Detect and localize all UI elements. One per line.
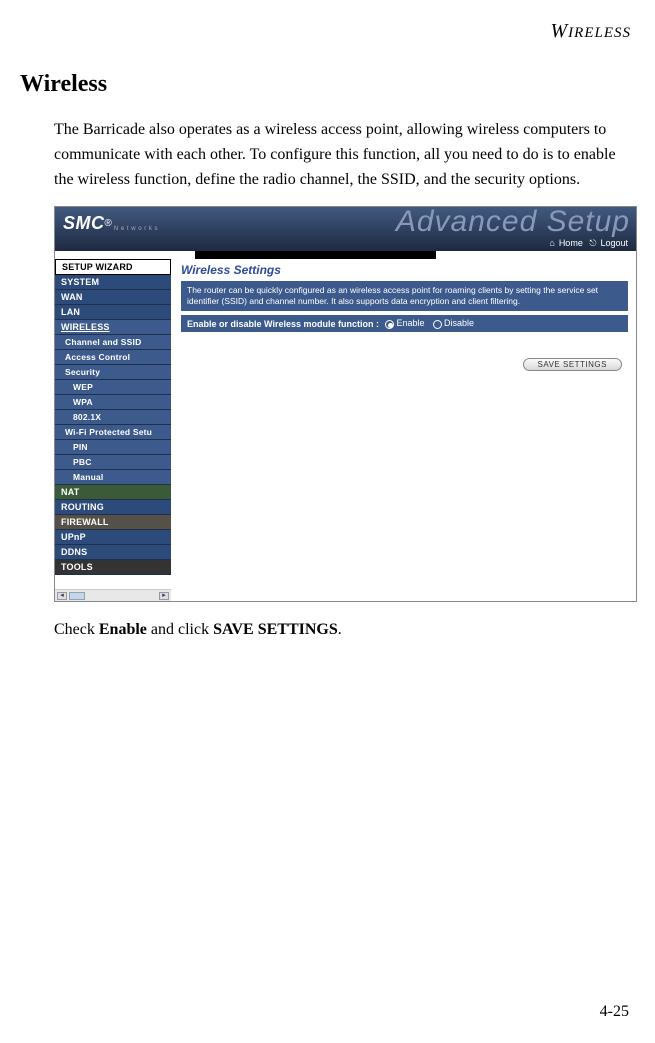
- radio-disable[interactable]: Disable: [433, 318, 475, 328]
- content-description: The router can be quickly configured as …: [181, 281, 628, 311]
- sidebar-nav: SETUP WIZARD SYSTEM WAN LAN WIRELESS Cha…: [55, 259, 171, 601]
- top-links: ⌂ Home ⎋ Logout: [545, 238, 628, 249]
- scroll-thumb[interactable]: [69, 592, 85, 600]
- nav-routing[interactable]: ROUTING: [55, 500, 171, 515]
- decorative-strip: [195, 251, 436, 259]
- router-ui-screenshot: SMC® N e t w o r k s Advanced Setup ⌂ Hom…: [54, 206, 637, 602]
- nav-upnp[interactable]: UPnP: [55, 530, 171, 545]
- logout-link[interactable]: Logout: [600, 238, 628, 248]
- nav-wireless[interactable]: WIRELESS: [55, 320, 171, 335]
- section-title: Wireless: [20, 71, 637, 98]
- nav-access-control[interactable]: Access Control: [55, 350, 171, 365]
- radio-enable[interactable]: Enable: [385, 318, 425, 328]
- content-pane: Wireless Settings The router can be quic…: [171, 259, 636, 601]
- nav-8021x[interactable]: 802.1X: [55, 410, 171, 425]
- nav-pbc[interactable]: PBC: [55, 455, 171, 470]
- nav-wpa[interactable]: WPA: [55, 395, 171, 410]
- nav-nat[interactable]: NAT: [55, 485, 171, 500]
- nav-firewall[interactable]: FIREWALL: [55, 515, 171, 530]
- home-icon[interactable]: ⌂: [549, 238, 554, 248]
- nav-tools[interactable]: TOOLS: [55, 560, 171, 575]
- screenshot-header: SMC® N e t w o r k s Advanced Setup ⌂ Hom…: [55, 207, 636, 251]
- caption: Check Enable and click SAVE SETTINGS.: [54, 618, 637, 642]
- running-header: WIRELESS: [18, 20, 631, 43]
- nav-ddns[interactable]: DDNS: [55, 545, 171, 560]
- radio-enable-icon: [385, 320, 394, 329]
- nav-wep[interactable]: WEP: [55, 380, 171, 395]
- sidebar-scrollbar[interactable]: ◂ ▸: [55, 589, 171, 601]
- nav-security[interactable]: Security: [55, 365, 171, 380]
- nav-manual[interactable]: Manual: [55, 470, 171, 485]
- nav-wps[interactable]: Wi-Fi Protected Setu: [55, 425, 171, 440]
- content-title: Wireless Settings: [181, 263, 628, 277]
- banner-title: Advanced Setup: [396, 207, 630, 239]
- radio-disable-icon: [433, 320, 442, 329]
- nav-lan[interactable]: LAN: [55, 305, 171, 320]
- scroll-right-icon[interactable]: ▸: [159, 592, 169, 600]
- nav-channel-ssid[interactable]: Channel and SSID: [55, 335, 171, 350]
- nav-wan[interactable]: WAN: [55, 290, 171, 305]
- page-number: 4-25: [600, 1003, 629, 1021]
- logo-text: SMC: [63, 213, 105, 234]
- nav-system[interactable]: SYSTEM: [55, 275, 171, 290]
- logo-subtext: N e t w o r k s: [114, 226, 158, 232]
- nav-pin[interactable]: PIN: [55, 440, 171, 455]
- save-settings-button[interactable]: SAVE SETTINGS: [523, 358, 622, 371]
- scroll-left-icon[interactable]: ◂: [57, 592, 67, 600]
- logout-icon[interactable]: ⎋: [589, 238, 596, 248]
- logo-area: SMC® N e t w o r k s: [63, 213, 158, 234]
- enable-label: Enable or disable Wireless module functi…: [187, 319, 379, 329]
- enable-row: Enable or disable Wireless module functi…: [181, 315, 628, 331]
- nav-setup-wizard[interactable]: SETUP WIZARD: [55, 259, 171, 275]
- home-link[interactable]: Home: [559, 238, 583, 248]
- intro-paragraph: The Barricade also operates as a wireles…: [54, 118, 627, 192]
